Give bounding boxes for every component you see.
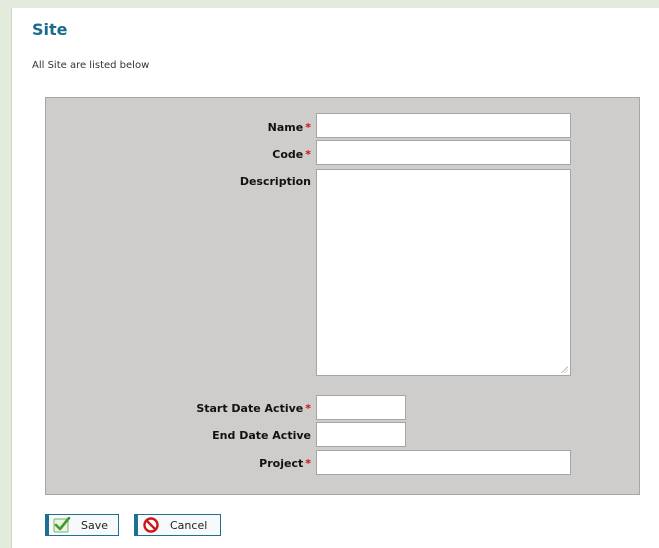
end-date-input[interactable]: [316, 422, 406, 447]
start-date-label-text: Start Date Active: [196, 402, 304, 415]
page-title: Site: [32, 20, 68, 39]
page-subtitle: All Site are listed below: [32, 60, 150, 71]
end-date-label-text: End Date Active: [212, 429, 311, 442]
no-entry-icon: [142, 516, 160, 534]
cancel-button[interactable]: Cancel: [134, 514, 221, 536]
start-date-input[interactable]: [316, 395, 406, 420]
project-input[interactable]: [316, 450, 571, 475]
required-marker: *: [305, 457, 311, 470]
required-marker: *: [305, 148, 311, 161]
site-form: Name * Code * Description Start Date Activ…: [45, 97, 640, 495]
end-date-label: End Date Active: [212, 429, 311, 442]
code-label-text: Code: [272, 148, 304, 161]
cancel-button-label: Cancel: [170, 518, 208, 532]
page: Site All Site are listed below Name * Cod…: [11, 8, 659, 548]
description-label-text: Description: [239, 175, 311, 188]
start-date-label: Start Date Active *: [196, 402, 311, 415]
check-icon: [53, 516, 71, 534]
description-textarea[interactable]: [316, 169, 571, 376]
resize-grip-icon[interactable]: [561, 366, 568, 373]
name-input[interactable]: [316, 113, 571, 138]
project-label: Project *: [259, 457, 311, 470]
save-button[interactable]: Save: [45, 514, 119, 536]
description-label: Description: [240, 175, 311, 188]
required-marker: *: [305, 402, 311, 415]
code-label: Code *: [272, 148, 311, 161]
save-button-label: Save: [81, 518, 109, 532]
name-label: Name *: [268, 121, 311, 134]
name-label-text: Name: [267, 121, 304, 134]
code-input[interactable]: [316, 140, 571, 165]
required-marker: *: [305, 121, 311, 134]
project-label-text: Project: [259, 457, 304, 470]
